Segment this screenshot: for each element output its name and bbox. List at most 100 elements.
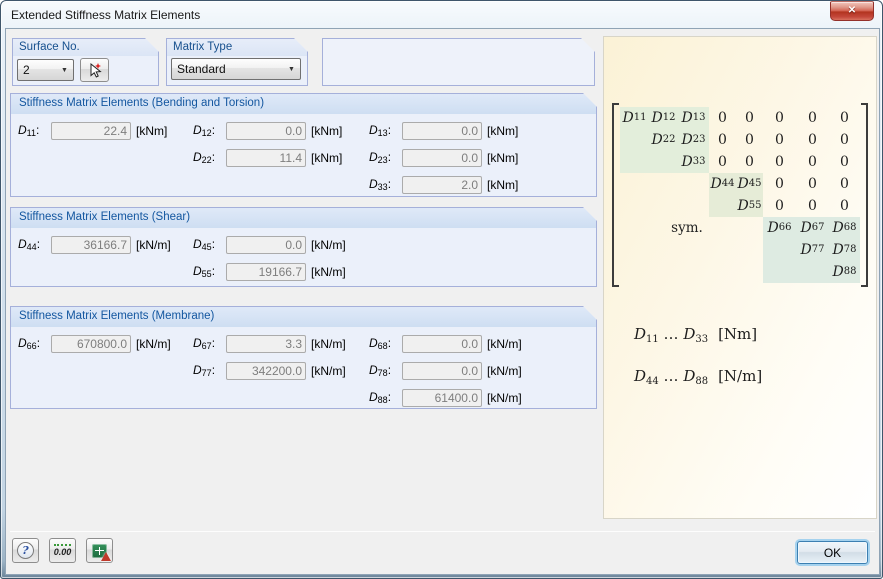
surface-no-label: Surface No. <box>13 39 158 56</box>
matrix-cell <box>620 173 649 195</box>
matrix-grid: D 11 D 12 D 13 0 0 0 0 0 D 22 D 23 0 0 0 0 0 D 33 0 0 0 0 0 D 44 D 45 0… <box>620 107 860 283</box>
section-bending-torsion: Stiffness Matrix Elements (Bending and T… <box>10 93 597 197</box>
field-unit-d67: [kN/m] <box>311 336 346 351</box>
field-label-d23: D23: <box>369 150 392 165</box>
matrix-illustration-panel: D 11 D 12 D 13 0 0 0 0 0 D 22 D 23 0 0 0 0 0 D 33 0 0 0 0 0 D 44 D 45 0… <box>603 36 877 519</box>
surface-no-value: 2 <box>23 63 30 77</box>
matrix-cell: D 78 <box>829 239 860 261</box>
legend-item: D11 … D33 [Nm] <box>634 325 758 345</box>
units-button[interactable]: 0.00 <box>49 538 76 563</box>
matrix-cell: 0 <box>808 198 817 214</box>
matrix-cell: 0 <box>840 198 849 214</box>
matrix-cell: D 45 <box>736 173 763 195</box>
matrix-cell: 0 <box>718 110 727 126</box>
matrix-cell: 0 <box>808 154 817 170</box>
matrix-cell <box>678 173 709 195</box>
matrix-cell <box>620 239 649 261</box>
matrix-cell <box>709 261 736 283</box>
field-unit-d77: [kN/m] <box>311 363 346 378</box>
field-input-d45: 0.0 <box>226 236 306 254</box>
matrix-cell: 0 <box>808 110 817 126</box>
field-input-d78: 0.0 <box>402 362 482 380</box>
field-label-d11: D11: <box>18 123 40 138</box>
units-icon: 0.00 <box>53 544 72 557</box>
field-unit-d11: [kNm] <box>136 123 168 138</box>
section-membrane: Stiffness Matrix Elements (Membrane) D66… <box>10 306 597 409</box>
matrix-cell: 0 <box>808 176 817 192</box>
group-surface-no: Surface No. 2 ▼ <box>12 38 159 86</box>
matrix-cell: D 11 <box>620 107 649 129</box>
footer-separator <box>10 531 875 532</box>
matrix-cell: D 44 <box>709 173 736 195</box>
title-bar: Extended Stiffness Matrix Elements ✕ <box>1 1 882 28</box>
close-button[interactable]: ✕ <box>830 1 874 21</box>
matrix-cell <box>763 261 796 283</box>
field-input-d12: 0.0 <box>226 122 306 140</box>
ok-button[interactable]: OK <box>797 541 868 564</box>
help-icon: ? <box>17 542 34 559</box>
matrix-cell <box>796 261 829 283</box>
matrix-cell: D 55 <box>736 195 763 217</box>
matrix-cell <box>620 195 649 217</box>
matrix-cell: 0 <box>840 110 849 126</box>
section-title-membrane: Stiffness Matrix Elements (Membrane) <box>11 307 596 327</box>
field-unit-d78: [kN/m] <box>487 363 522 378</box>
matrix-cell: 0 <box>775 154 784 170</box>
field-unit-d13: [kNm] <box>487 123 519 138</box>
group-matrix-type: Matrix Type Standard ▼ <box>166 38 308 86</box>
matrix-cell <box>678 239 709 261</box>
excel-warning-triangle <box>101 551 111 561</box>
field-label-d45: D45: <box>193 237 216 252</box>
chevron-down-icon: ▼ <box>61 66 68 74</box>
stiffness-matrix-figure: D 11 D 12 D 13 0 0 0 0 0 D 22 D 23 0 0 0 0 0 D 33 0 0 0 0 0 D 44 D 45 0… <box>612 103 868 287</box>
matrix-bracket-left <box>612 103 619 287</box>
pick-arrow-icon <box>87 62 103 78</box>
matrix-cell <box>649 173 678 195</box>
legend-item: D44 … D88 [N/m] <box>634 367 763 387</box>
field-label-d55: D55: <box>193 264 216 279</box>
matrix-type-select[interactable]: Standard ▼ <box>171 58 301 80</box>
field-label-d77: D77: <box>193 363 216 378</box>
matrix-cell: 0 <box>775 198 784 214</box>
field-label-d68: D68: <box>369 336 392 351</box>
field-unit-d45: [kN/m] <box>311 237 346 252</box>
field-unit-d88: [kN/m] <box>487 390 522 405</box>
field-input-d11: 22.4 <box>51 122 131 140</box>
extended-stiffness-dialog: Extended Stiffness Matrix Elements ✕ Sur… <box>0 0 883 579</box>
field-unit-d66: [kN/m] <box>136 336 171 351</box>
matrix-cell <box>736 239 763 261</box>
empty-group-box <box>322 38 595 86</box>
matrix-cell: D 67 <box>796 217 829 239</box>
matrix-cell: 0 <box>775 176 784 192</box>
matrix-cell: D 66 <box>763 217 796 239</box>
matrix-cell <box>649 195 678 217</box>
field-input-d13: 0.0 <box>402 122 482 140</box>
close-icon: ✕ <box>847 5 857 16</box>
matrix-cell <box>649 239 678 261</box>
matrix-cell <box>709 239 736 261</box>
matrix-cell: D 22 <box>649 129 678 151</box>
matrix-type-value: Standard <box>177 62 226 76</box>
dialog-content: Surface No. 2 ▼ Matrix Type Standard ▼ S… <box>5 28 880 575</box>
field-label-d88: D88: <box>369 390 392 405</box>
field-input-d77: 342200.0 <box>226 362 306 380</box>
export-button[interactable] <box>86 538 113 563</box>
help-button[interactable]: ? <box>12 538 39 563</box>
matrix-cell <box>709 195 736 217</box>
field-unit-d33: [kNm] <box>487 177 519 192</box>
section-title-bending: Stiffness Matrix Elements (Bending and T… <box>11 94 596 114</box>
matrix-cell <box>620 129 649 151</box>
field-unit-d12: [kNm] <box>311 123 343 138</box>
matrix-cell: 0 <box>745 132 754 148</box>
section-shear: Stiffness Matrix Elements (Shear) D44: 36… <box>10 207 597 287</box>
field-input-d67: 3.3 <box>226 335 306 353</box>
matrix-legend: D11 … D33 [Nm] D44 … D88 [N/m] <box>634 325 762 409</box>
matrix-cell <box>678 195 709 217</box>
pick-surface-button[interactable] <box>80 58 109 82</box>
matrix-cell: D 13 <box>678 107 709 129</box>
surface-no-select[interactable]: 2 ▼ <box>17 59 74 81</box>
field-input-d88: 61400.0 <box>402 389 482 407</box>
matrix-cell: D 88 <box>829 261 860 283</box>
matrix-cell: 0 <box>775 132 784 148</box>
matrix-bracket-right <box>861 103 868 287</box>
